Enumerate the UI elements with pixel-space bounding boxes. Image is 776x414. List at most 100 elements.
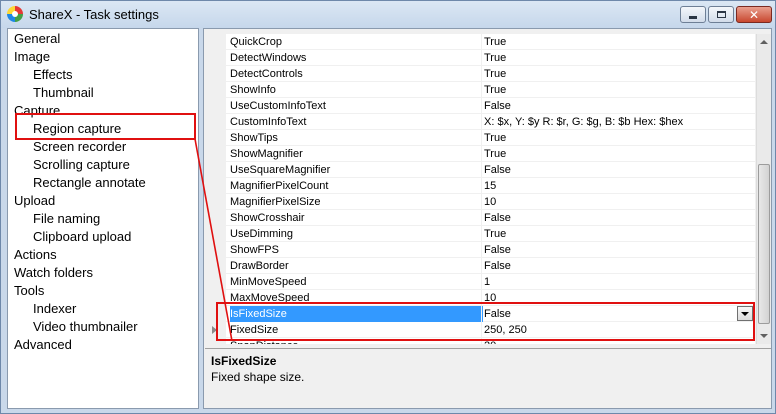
property-value[interactable]: 20 (484, 338, 744, 344)
property-row[interactable]: MagnifierPixelCount 15 (205, 178, 755, 194)
row-margin (205, 290, 226, 306)
row-margin (205, 146, 226, 162)
property-value[interactable]: True (484, 226, 744, 242)
tree-item-image[interactable]: Image (14, 48, 50, 66)
tree-item-actions[interactable]: Actions (14, 246, 57, 264)
expand-arrow-icon[interactable] (212, 326, 217, 334)
property-description-pane: IsFixedSize Fixed shape size. (205, 348, 771, 407)
tree-item-screen-recorder[interactable]: Screen recorder (33, 138, 126, 156)
tree-item-advanced[interactable]: Advanced (14, 336, 72, 354)
property-row[interactable]: UseSquareMagnifier False (205, 162, 755, 178)
row-margin (205, 130, 226, 146)
close-icon: ✕ (748, 7, 760, 22)
description-title: IsFixedSize (211, 354, 277, 368)
close-button[interactable]: ✕ (736, 6, 772, 23)
property-row[interactable]: FixedSize 250, 250 (205, 322, 755, 338)
property-row[interactable]: DrawBorder False (205, 258, 755, 274)
property-value[interactable]: True (484, 34, 744, 50)
minimize-button[interactable] (680, 6, 706, 23)
maximize-button[interactable] (708, 6, 734, 23)
settings-tree[interactable]: General Image Effects Thumbnail Capture Regio… (7, 28, 199, 409)
property-value[interactable]: 10 (484, 290, 744, 306)
window-title: ShareX - Task settings (29, 7, 159, 22)
property-row[interactable]: ShowFPS False (205, 242, 755, 258)
property-grid[interactable]: QuickCrop True DetectWindows True DetectCont… (205, 34, 755, 344)
property-grid-scrollbar[interactable] (756, 34, 771, 344)
property-row[interactable]: UseDimming True (205, 226, 755, 242)
tree-item-general[interactable]: General (14, 30, 60, 48)
property-value[interactable]: False (484, 98, 744, 114)
row-margin (205, 226, 226, 242)
property-row[interactable]: DetectWindows True (205, 50, 755, 66)
property-name: ShowCrosshair (230, 212, 305, 224)
property-row[interactable]: IsFixedSize False (205, 306, 755, 322)
property-value[interactable]: True (484, 82, 744, 98)
column-divider (481, 322, 482, 338)
property-value[interactable]: True (484, 130, 744, 146)
tree-item-thumbnail[interactable]: Thumbnail (33, 84, 94, 102)
tree-item-clipboard-upload[interactable]: Clipboard upload (33, 228, 131, 246)
row-margin (205, 242, 226, 258)
tree-item-capture[interactable]: Capture (14, 102, 60, 120)
tree-item-tools[interactable]: Tools (14, 282, 44, 300)
row-margin (205, 210, 226, 226)
property-row[interactable]: UseCustomInfoText False (205, 98, 755, 114)
property-row[interactable]: ShowMagnifier True (205, 146, 755, 162)
scroll-up-icon[interactable] (757, 34, 771, 50)
property-row[interactable]: MagnifierPixelSize 10 (205, 194, 755, 210)
property-value[interactable]: 10 (484, 194, 744, 210)
property-value[interactable]: True (484, 66, 744, 82)
property-row[interactable]: ShowCrosshair False (205, 210, 755, 226)
value-dropdown-button[interactable] (737, 306, 753, 321)
property-value[interactable]: True (484, 146, 744, 162)
property-value[interactable]: False (484, 162, 744, 178)
property-value[interactable]: 250, 250 (484, 322, 744, 338)
row-margin (205, 258, 226, 274)
property-name: DetectWindows (230, 52, 307, 64)
column-divider (481, 178, 482, 194)
sharex-logo-icon (7, 6, 23, 22)
property-row[interactable]: MaxMoveSpeed 10 (205, 290, 755, 306)
property-row[interactable]: QuickCrop True (205, 34, 755, 50)
property-name: UseDimming (230, 228, 293, 240)
property-value[interactable]: False (484, 306, 744, 322)
property-row[interactable]: ShowInfo True (205, 82, 755, 98)
property-value[interactable]: False (484, 210, 744, 226)
row-margin (205, 338, 226, 344)
property-row[interactable]: DetectControls True (205, 66, 755, 82)
property-name: MinMoveSpeed (230, 276, 307, 288)
property-value[interactable]: 1 (484, 274, 744, 290)
property-name: ShowInfo (230, 84, 276, 96)
title-bar[interactable]: ShareX - Task settings ✕ (1, 1, 775, 28)
property-name: ShowTips (230, 132, 278, 144)
property-value[interactable]: False (484, 258, 744, 274)
tree-item-scrolling-capture[interactable]: Scrolling capture (33, 156, 130, 174)
property-row[interactable]: SnapDistance20 (205, 338, 755, 344)
scroll-down-icon[interactable] (757, 328, 771, 344)
tree-item-indexer[interactable]: Indexer (33, 300, 76, 318)
column-divider (481, 50, 482, 66)
column-divider (481, 258, 482, 274)
tree-item-effects[interactable]: Effects (33, 66, 73, 84)
property-name: MagnifierPixelSize (230, 196, 321, 208)
property-value[interactable]: False (484, 242, 744, 258)
column-divider (481, 130, 482, 146)
column-divider (481, 146, 482, 162)
property-value[interactable]: 15 (484, 178, 744, 194)
property-row[interactable]: CustomInfoText X: $x, Y: $y R: $r, G: $g,… (205, 114, 755, 130)
tree-item-watch-folders[interactable]: Watch folders (14, 264, 93, 282)
property-value[interactable]: X: $x, Y: $y R: $r, G: $g, B: $b Hex: $h… (484, 114, 744, 130)
tree-item-region-capture[interactable]: Region capture (33, 120, 121, 138)
tree-item-video-thumbnailer[interactable]: Video thumbnailer (33, 318, 138, 336)
scrollbar-thumb[interactable] (758, 164, 770, 324)
description-text: Fixed shape size. (211, 370, 305, 384)
property-name: DrawBorder (230, 260, 289, 272)
tree-item-upload[interactable]: Upload (14, 192, 55, 210)
tree-item-rectangle-annotate[interactable]: Rectangle annotate (33, 174, 146, 192)
property-value[interactable]: True (484, 50, 744, 66)
tree-item-file-naming[interactable]: File naming (33, 210, 100, 228)
row-margin (205, 194, 226, 210)
row-margin (205, 322, 226, 338)
property-row[interactable]: MinMoveSpeed 1 (205, 274, 755, 290)
property-row[interactable]: ShowTips True (205, 130, 755, 146)
